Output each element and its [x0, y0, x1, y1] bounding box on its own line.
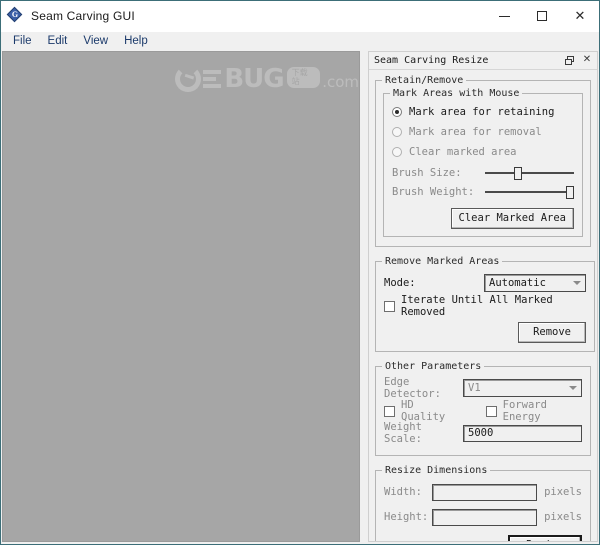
- iterate-until-removed-row[interactable]: Iterate Until All Marked Removed: [384, 294, 586, 318]
- hd-quality-checkbox[interactable]: [384, 405, 395, 417]
- radio-mark-removal-icon[interactable]: [392, 127, 402, 137]
- watermark-u-icon: [175, 66, 201, 92]
- mode-dropdown[interactable]: Automatic: [484, 274, 586, 292]
- radio-mark-removal-label: Mark area for removal: [409, 126, 542, 138]
- radio-mark-retaining-icon[interactable]: [392, 107, 402, 117]
- seam-carving-resize-panel: Seam Carving Resize ✕ Retain/Remove Mark…: [368, 51, 598, 542]
- brush-size-slider[interactable]: [485, 165, 574, 181]
- group-mark-areas-legend: Mark Areas with Mouse: [393, 88, 520, 99]
- width-unit-label: pixels: [544, 486, 582, 498]
- window-title: Seam Carving GUI: [31, 9, 135, 23]
- watermark-brand: BUG: [224, 64, 284, 94]
- mode-label: Mode:: [384, 277, 416, 289]
- group-other-parameters: Other Parameters Edge Detector: V1 HD Qu…: [375, 361, 591, 456]
- edge-detector-dropdown[interactable]: V1: [463, 379, 582, 397]
- panel-content: Retain/Remove Mark Areas with Mouse Mark…: [369, 69, 597, 541]
- hd-quality-label: HD Quality: [401, 399, 446, 423]
- maximize-icon: [537, 11, 547, 21]
- group-resize-dimensions-legend: Resize Dimensions: [385, 465, 488, 476]
- float-icon: [564, 55, 574, 65]
- forward-energy-checkbox[interactable]: [485, 405, 497, 417]
- edge-detector-label: Edge Detector:: [384, 376, 441, 400]
- watermark: BUG 下载站 .com: [175, 66, 359, 92]
- chevron-down-icon[interactable]: [566, 382, 579, 394]
- maximize-button[interactable]: [523, 1, 561, 31]
- mode-dropdown-value: Automatic: [489, 277, 546, 289]
- main-body: BUG 下载站 .com Seam Carving Resize ✕ Retai…: [1, 51, 599, 544]
- watermark-tag: 下载站: [286, 67, 321, 88]
- window-controls: ✕: [485, 1, 599, 31]
- clear-marked-area-button[interactable]: Clear Marked Area: [450, 208, 574, 229]
- brush-weight-thumb[interactable]: [566, 185, 574, 199]
- brush-weight-slider[interactable]: [485, 184, 574, 200]
- width-input[interactable]: [432, 483, 538, 501]
- image-canvas-area[interactable]: BUG 下载站 .com: [2, 51, 360, 542]
- weight-scale-label: Weight Scale:: [384, 421, 422, 445]
- watermark-e-icon: [202, 66, 223, 92]
- remove-button[interactable]: Remove: [518, 322, 586, 343]
- forward-energy-label: Forward Energy: [502, 399, 547, 423]
- group-retain-remove: Retain/Remove Mark Areas with Mouse Mark…: [375, 75, 591, 247]
- resize-button-row: Resize: [384, 535, 582, 541]
- close-button[interactable]: ✕: [561, 1, 599, 31]
- radio-row-mark-removal[interactable]: Mark area for removal: [392, 123, 574, 141]
- edge-detector-row: Edge Detector: V1: [384, 376, 582, 400]
- chevron-down-icon[interactable]: [570, 277, 583, 289]
- remove-button-row: Remove: [384, 322, 586, 343]
- menu-item-view[interactable]: View: [75, 33, 116, 51]
- menu-item-help[interactable]: Help: [116, 33, 156, 51]
- brush-weight-row: Brush Weight:: [392, 182, 574, 201]
- app-diamond-icon: G: [6, 6, 24, 24]
- minimize-icon: [498, 15, 510, 17]
- menu-item-edit[interactable]: Edit: [40, 33, 76, 51]
- brush-size-label: Brush Size:: [392, 166, 462, 179]
- panel-close-button[interactable]: ✕: [580, 53, 594, 67]
- panel-float-button[interactable]: [562, 53, 576, 67]
- group-remove-marked-areas-legend: Remove Marked Areas: [385, 256, 500, 267]
- edge-detector-value: V1: [468, 382, 481, 394]
- radio-mark-retaining-label: Mark area for retaining: [409, 106, 555, 118]
- height-unit-label: pixels: [544, 511, 582, 523]
- group-remove-marked-areas: Remove Marked Areas Mode: Automatic Iter…: [375, 256, 595, 352]
- app-icon-letter: G: [11, 10, 19, 19]
- application-window: G Seam Carving GUI ✕ File Edit View Help…: [0, 0, 600, 545]
- group-mark-areas: Mark Areas with Mouse Mark area for reta…: [383, 88, 583, 237]
- height-label: Height:: [384, 511, 429, 523]
- quality-options-row: HD Quality Forward Energy: [384, 399, 582, 423]
- width-label: Width:: [384, 486, 422, 498]
- mode-row: Mode: Automatic: [384, 272, 586, 294]
- radio-clear-marked-label: Clear marked area: [409, 146, 517, 158]
- resize-button[interactable]: Resize: [508, 535, 582, 541]
- close-icon: ✕: [574, 8, 586, 24]
- group-resize-dimensions: Resize Dimensions Width: pixels Height: …: [375, 465, 591, 541]
- brush-size-row: Brush Size:: [392, 163, 574, 182]
- iterate-until-removed-checkbox[interactable]: [384, 300, 395, 312]
- panel-close-icon: ✕: [582, 54, 592, 65]
- height-row: Height: pixels: [384, 506, 582, 528]
- width-row: Width: pixels: [384, 481, 582, 503]
- radio-row-mark-retaining[interactable]: Mark area for retaining: [392, 103, 574, 121]
- clear-marked-area-row: Clear Marked Area: [392, 208, 574, 229]
- iterate-until-removed-label: Iterate Until All Marked Removed: [401, 294, 553, 318]
- panel-controls: ✕: [562, 53, 594, 67]
- title-bar: G Seam Carving GUI ✕: [1, 1, 599, 32]
- height-input[interactable]: [432, 508, 538, 526]
- radio-clear-marked-icon[interactable]: [392, 147, 402, 157]
- brush-weight-label: Brush Weight:: [392, 185, 475, 198]
- group-retain-remove-legend: Retain/Remove: [385, 75, 464, 86]
- weight-scale-row: Weight Scale:: [384, 421, 582, 445]
- image-canvas[interactable]: BUG 下载站 .com: [3, 52, 359, 541]
- panel-title: Seam Carving Resize: [374, 54, 489, 66]
- radio-row-clear-marked[interactable]: Clear marked area: [392, 143, 574, 161]
- minimize-button[interactable]: [485, 1, 523, 31]
- menu-bar: File Edit View Help: [1, 32, 599, 52]
- brush-size-thumb[interactable]: [514, 166, 523, 180]
- menu-item-file[interactable]: File: [5, 33, 40, 51]
- panel-title-bar: Seam Carving Resize ✕: [369, 52, 597, 70]
- group-other-parameters-legend: Other Parameters: [385, 361, 482, 372]
- weight-scale-input[interactable]: [463, 424, 582, 442]
- watermark-tld: .com: [322, 73, 359, 91]
